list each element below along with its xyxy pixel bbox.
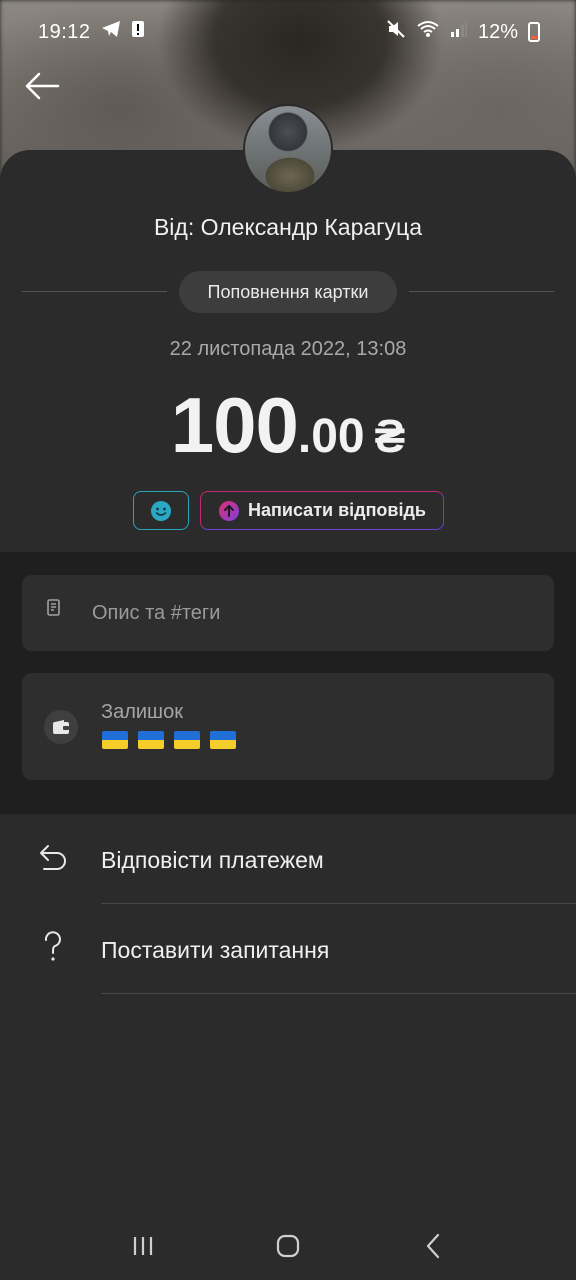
system-navigation-bar bbox=[0, 1212, 576, 1280]
system-back-button[interactable] bbox=[403, 1221, 463, 1271]
amount-fraction: .00 bbox=[297, 410, 365, 463]
ukraine-flag-icon bbox=[138, 731, 164, 749]
write-reply-label: Написати відповідь bbox=[248, 500, 426, 520]
emoji-reaction-button[interactable] bbox=[133, 491, 189, 530]
ukraine-flag-icon bbox=[174, 731, 200, 749]
avatar bbox=[243, 104, 333, 194]
telegram-icon bbox=[101, 20, 121, 44]
description-tags-field[interactable]: Опис та #теги bbox=[22, 575, 554, 651]
transaction-type-chip: Поповнення картки bbox=[179, 271, 397, 313]
alert-icon bbox=[131, 20, 145, 44]
ukraine-flag-icon bbox=[102, 731, 128, 749]
status-bar: 19:12 12% bbox=[0, 0, 576, 64]
mute-icon bbox=[386, 19, 406, 45]
wifi-icon bbox=[416, 19, 440, 45]
transaction-datetime: 22 листопада 2022, 13:08 bbox=[169, 338, 407, 360]
reply-arrow-icon bbox=[36, 840, 70, 874]
signal-icon bbox=[450, 20, 468, 44]
divider-right bbox=[409, 291, 554, 292]
battery-icon bbox=[528, 22, 540, 42]
battery-percent: 12% bbox=[477, 20, 518, 43]
amount-integer: 100 bbox=[170, 381, 299, 469]
arrow-left-icon bbox=[25, 72, 60, 100]
status-time: 19:12 bbox=[38, 20, 91, 43]
reply-upload-icon bbox=[219, 500, 239, 521]
balance-label: Залишок bbox=[101, 701, 183, 723]
write-reply-button[interactable]: Написати відповідь bbox=[200, 491, 444, 530]
home-icon bbox=[276, 1234, 300, 1258]
recent-apps-button[interactable] bbox=[113, 1221, 173, 1271]
ask-question-label: Поставити запитання bbox=[101, 937, 330, 963]
transaction-amount: 100.00 ₴ bbox=[0, 380, 576, 471]
description-placeholder: Опис та #теги bbox=[92, 602, 221, 624]
home-button[interactable] bbox=[258, 1221, 318, 1271]
sender-name: Від: Олександр Карагуца bbox=[153, 214, 423, 240]
currency-symbol: ₴ bbox=[374, 410, 406, 462]
divider-left bbox=[22, 291, 167, 292]
wallet-icon bbox=[44, 710, 78, 744]
question-icon bbox=[36, 930, 70, 964]
recent-apps-icon bbox=[133, 1237, 152, 1255]
reply-with-payment-item[interactable]: Відповісти платежем bbox=[0, 814, 576, 904]
reply-with-payment-label: Відповісти платежем bbox=[101, 847, 324, 873]
balance-hidden-flags bbox=[102, 731, 236, 749]
notebook-icon bbox=[46, 599, 62, 622]
ukraine-flag-icon bbox=[210, 731, 236, 749]
row-separator bbox=[101, 993, 576, 994]
back-button[interactable] bbox=[20, 66, 64, 106]
smile-icon bbox=[151, 500, 171, 521]
ask-question-item[interactable]: Поставити запитання bbox=[0, 904, 576, 994]
chevron-left-icon bbox=[427, 1233, 440, 1259]
balance-card: Залишок bbox=[22, 673, 554, 780]
